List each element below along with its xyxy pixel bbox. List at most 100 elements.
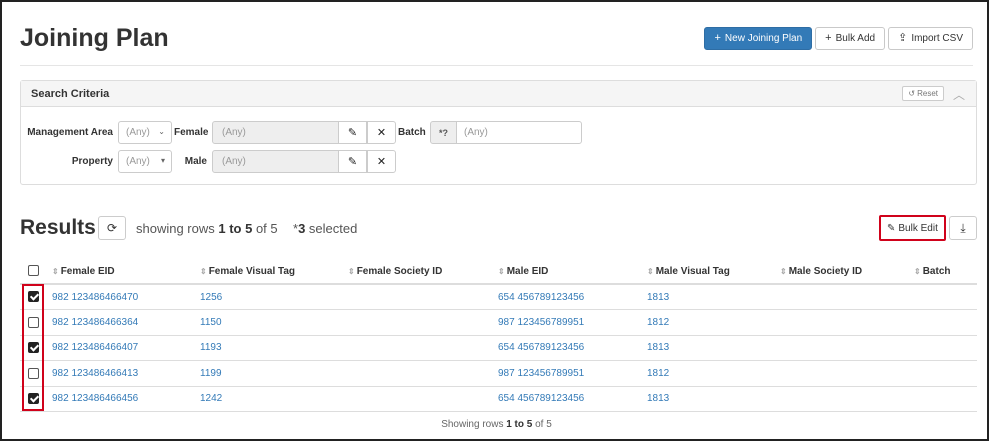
cell-male-society [780, 360, 914, 387]
checkbox-highlight [22, 284, 44, 411]
cell-male-tag[interactable]: 1812 [647, 309, 780, 336]
selected-suffix: selected [305, 221, 358, 236]
cell-female-eid[interactable]: 982 123486466413 [52, 360, 200, 387]
pencil-icon: ✎ [347, 156, 358, 168]
cell-female-tag[interactable]: 1150 [200, 309, 348, 336]
property-select[interactable]: (Any) ▾ [118, 150, 172, 173]
results-title: Results [20, 216, 96, 239]
cell-batch [914, 386, 977, 412]
pencil-icon: ✎ [347, 127, 358, 139]
cell-female-society [348, 284, 498, 310]
cell-female-society [348, 360, 498, 387]
sort-icon: ⇕ [200, 266, 207, 276]
showing-rows-text: showing rows 1 to 5 of 5 [136, 221, 278, 236]
caret-down-icon: ▾ [160, 156, 165, 165]
showing-range: 1 to 5 [218, 221, 253, 236]
col-male-society-id[interactable]: ⇕ Male Society ID [780, 259, 914, 285]
col-male-eid[interactable]: ⇕ Male EID [498, 259, 647, 285]
cell-male-tag[interactable]: 1813 [647, 335, 780, 361]
management-area-select[interactable]: (Any) ⌄ [118, 121, 172, 144]
search-criteria-header[interactable]: Search Criteria ↺ Reset ︿ [21, 81, 976, 107]
sort-icon: ⇕ [647, 266, 654, 276]
cell-male-society [780, 335, 914, 361]
batch-input[interactable]: (Any) [456, 121, 582, 144]
import-csv-button[interactable]: ⇪ Import CSV [888, 27, 973, 50]
refresh-icon: ⟳ [106, 221, 118, 235]
batch-wildcard-addon: *? [430, 121, 457, 144]
cell-female-eid[interactable]: 982 123486466364 [52, 309, 200, 336]
chevron-up-icon[interactable]: ︿ [953, 86, 967, 102]
table-row[interactable]: 982 123486466470 1256 654 456789123456 1813 [20, 284, 977, 310]
results-table-body: 982 123486466470 1256 654 456789123456 1813… [20, 284, 977, 412]
upload-icon: ⇪ [898, 32, 908, 44]
cell-male-eid[interactable]: 654 456789123456 [498, 284, 647, 310]
cell-male-eid[interactable]: 987 123456789951 [498, 309, 647, 336]
app-frame: Joining Plan + New Joining Plan + Bulk A… [0, 0, 989, 441]
cell-male-eid[interactable]: 654 456789123456 [498, 386, 647, 412]
new-joining-plan-label: New Joining Plan [724, 33, 803, 44]
bulk-edit-label: Bulk Edit [898, 222, 938, 234]
male-placeholder: (Any) [222, 156, 246, 167]
download-icon: ⤓ [960, 220, 966, 235]
edit-icon: ✎ [887, 222, 896, 234]
footer-showing-text: Showing rows 1 to 5 of 5 [441, 419, 552, 430]
sort-icon: ⇕ [52, 266, 59, 276]
male-label: Male [184, 156, 207, 167]
import-csv-label: Import CSV [911, 33, 963, 44]
management-area-value: (Any) [126, 127, 150, 138]
female-edit-button[interactable]: ✎ [338, 121, 367, 144]
col-batch[interactable]: ⇕ Batch [914, 259, 977, 285]
cell-female-society [348, 335, 498, 361]
refresh-button[interactable]: ⟳ [98, 216, 126, 240]
female-placeholder: (Any) [222, 127, 246, 138]
cell-male-tag[interactable]: 1813 [647, 284, 780, 310]
download-button[interactable]: ⤓ [949, 216, 977, 240]
plus-icon: + [825, 32, 832, 44]
col-female-visual-tag[interactable]: ⇕ Female Visual Tag [200, 259, 348, 285]
bulk-add-button[interactable]: + Bulk Add [815, 27, 886, 50]
cell-female-eid[interactable]: 982 123486466407 [52, 335, 200, 361]
select-all-cell [20, 259, 52, 285]
cell-male-tag[interactable]: 1812 [647, 360, 780, 387]
female-field[interactable]: (Any) [212, 121, 339, 144]
plus-icon: + [714, 32, 721, 44]
title-divider [20, 65, 973, 66]
table-row[interactable]: 982 123486466364 1150 987 123456789951 1812 [20, 309, 977, 336]
table-row[interactable]: 982 123486466413 1199 987 123456789951 1812 [20, 360, 977, 387]
property-value: (Any) [126, 156, 150, 167]
cell-batch [914, 309, 977, 336]
male-clear-button[interactable]: ✕ [367, 150, 396, 173]
col-female-eid[interactable]: ⇕ Female EID [52, 259, 200, 285]
cell-male-society [780, 386, 914, 412]
new-joining-plan-button[interactable]: + New Joining Plan [704, 27, 813, 50]
cell-female-eid[interactable]: 982 123486466470 [52, 284, 200, 310]
cell-batch [914, 284, 977, 310]
cell-male-eid[interactable]: 654 456789123456 [498, 335, 647, 361]
table-row[interactable]: 982 123486466456 1242 654 456789123456 1813 [20, 386, 977, 412]
male-edit-button[interactable]: ✎ [338, 150, 367, 173]
results-table: ⇕ Female EID ⇕ Female Visual Tag ⇕ Female S… [20, 259, 977, 412]
reset-button[interactable]: ↺ Reset [902, 86, 944, 101]
table-row[interactable]: 982 123486466407 1193 654 456789123456 1813 [20, 335, 977, 361]
select-all-checkbox[interactable] [28, 265, 39, 277]
batch-label: Batch [398, 127, 426, 138]
cell-female-tag[interactable]: 1199 [200, 360, 348, 387]
search-criteria-title: Search Criteria [31, 87, 110, 100]
cell-male-society [780, 309, 914, 336]
cell-female-eid[interactable]: 982 123486466456 [52, 386, 200, 412]
cell-female-tag[interactable]: 1193 [200, 335, 348, 361]
cell-female-tag[interactable]: 1256 [200, 284, 348, 310]
chevron-down-icon: ⌄ [158, 127, 165, 136]
cell-male-tag[interactable]: 1813 [647, 386, 780, 412]
male-field[interactable]: (Any) [212, 150, 339, 173]
cell-male-eid[interactable]: 987 123456789951 [498, 360, 647, 387]
cell-female-tag[interactable]: 1242 [200, 386, 348, 412]
management-area-label: Management Area [27, 127, 113, 138]
bulk-edit-button[interactable]: ✎ Bulk Edit [879, 215, 946, 241]
col-male-visual-tag[interactable]: ⇕ Male Visual Tag [647, 259, 780, 285]
cell-batch [914, 335, 977, 361]
female-clear-button[interactable]: ✕ [367, 121, 396, 144]
sort-icon: ⇕ [348, 266, 355, 276]
col-female-society-id[interactable]: ⇕ Female Society ID [348, 259, 498, 285]
sort-icon: ⇕ [914, 266, 921, 276]
